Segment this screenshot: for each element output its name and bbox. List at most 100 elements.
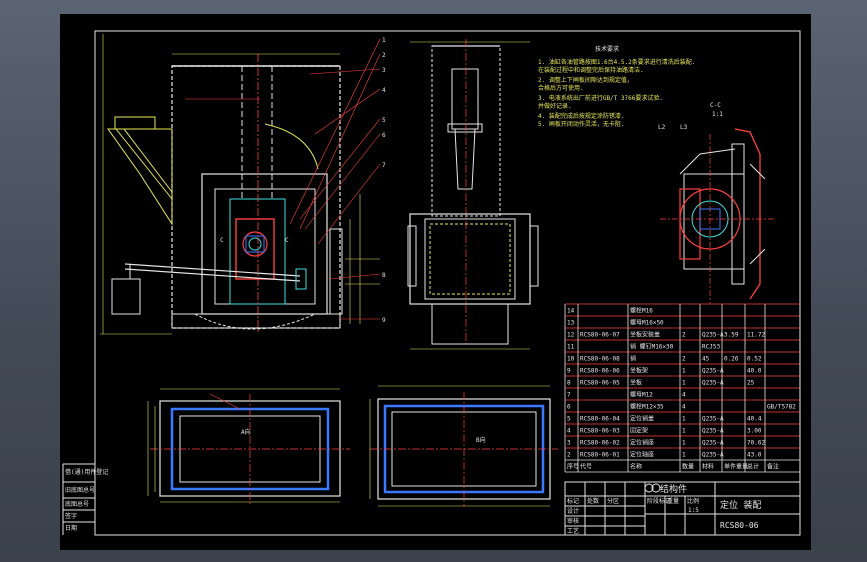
section-cc-scale: 1:1 xyxy=(712,111,723,118)
bom-cell: 1 xyxy=(682,416,686,423)
bom-cell: 螺母M16×50 xyxy=(630,319,664,327)
side-view xyxy=(407,39,539,350)
bom-cell: 3.59 xyxy=(724,332,739,339)
bom-cell: RCS80-06-07 xyxy=(580,332,620,339)
bom-cell: RCS80-06-03 xyxy=(580,428,620,435)
bom-header-cell: 材料 xyxy=(702,463,714,471)
margin-label: 借(通)用件登记 xyxy=(65,468,108,476)
bom-cell: RCS80-06-01 xyxy=(580,452,620,459)
title-block-label: 设计 xyxy=(567,507,579,515)
callout-label: 5 xyxy=(382,117,386,124)
title-block-label: 分区 xyxy=(607,497,619,505)
bom-cell: 3 xyxy=(567,440,571,447)
cad-drawing: 借(通)用件登记 旧底图总号 底图总号 签字 日期 1 2 3 4 5 6 7 … xyxy=(62,30,801,536)
note-line: 1. 油缸各油管路按图1.6台4.5.2条要求进行清洗后装配. xyxy=(538,58,695,66)
bom-cell: RCS80-06-08 xyxy=(580,356,620,363)
callout-label: 9 xyxy=(382,317,386,324)
bom-cell: 1 xyxy=(682,368,686,375)
bom-cell: Q235-A xyxy=(702,332,724,339)
bom-cell: 定位销座 xyxy=(630,439,654,447)
note-line: 3. 电液系统出厂前进行GB/T 3766要求试验. xyxy=(538,94,663,102)
company-name: 结构件 xyxy=(660,483,687,495)
bom-header-cell: 总计 xyxy=(747,463,759,471)
note-line: 合格后方可使用. xyxy=(538,84,584,92)
bom-header-cell: 代号 xyxy=(580,463,592,471)
bom-cell: Q235-A xyxy=(702,452,724,459)
bom-cell: RCS80-06-06 xyxy=(580,368,620,375)
bom-cell: 1 xyxy=(682,452,686,459)
bom-cell: 2 xyxy=(567,452,571,459)
bom-cell: 11 xyxy=(567,344,575,351)
bom-header-cell: 单件重量 xyxy=(724,463,748,471)
bom-cell: 9 xyxy=(567,368,571,375)
title-block: 标记 处数 分区 设计 审核 工艺 阶段标记 重量 比例 1:5 结构件 定位 … xyxy=(564,481,801,536)
title-block-label: 工艺 xyxy=(567,527,579,535)
drawing-viewport[interactable]: 借(通)用件登记 旧底图总号 底图总号 签字 日期 1 2 3 4 5 6 7 … xyxy=(60,14,811,550)
bom-table: 14 螺栓M1613 螺母M16×5012 RCS80-06-07 坐板安装盖 2 Q235… xyxy=(564,303,801,473)
b-view: B向 xyxy=(369,385,558,507)
margin-label: 日期 xyxy=(65,524,77,532)
company-logo-icon xyxy=(644,483,661,493)
bom-cell: 12 xyxy=(567,332,575,339)
title-block-label: 审核 xyxy=(567,517,579,525)
bom-header-cell: 数量 xyxy=(682,463,694,471)
title-block-label: 标记 xyxy=(567,497,579,505)
bom-cell: 13 xyxy=(567,320,575,327)
bom-cell: RCS80-06-05 xyxy=(580,380,620,387)
callout-label: 7 xyxy=(382,162,386,169)
drawing-frame xyxy=(94,30,801,536)
bom-cell: 坐板架 xyxy=(630,367,648,375)
note-line: 2. 调整上下闸板间隙达到规定值， xyxy=(538,76,633,84)
bom-cell: 2 xyxy=(682,356,686,363)
bom-cell: 销 xyxy=(630,355,636,363)
bom-cell: 4 xyxy=(682,404,686,411)
scale-value: 1:5 xyxy=(688,507,699,514)
bom-cell: 1 xyxy=(682,380,686,387)
bom-cell: 1 xyxy=(682,428,686,435)
bom-cell: RCS80-06-04 xyxy=(580,416,620,423)
callout-label: 4 xyxy=(382,87,386,94)
bom-cell: 0.52 xyxy=(747,356,762,363)
bom-cell: 定位轴座 xyxy=(630,451,654,459)
bom-cell: GB/T5782 xyxy=(767,404,796,411)
bom-cell: Q235-A xyxy=(702,440,724,447)
section-mark-c: C xyxy=(220,237,224,244)
note-line: 在装配过程中和调整完后保持油路清洁. xyxy=(538,66,644,74)
section-cc-label: C-C xyxy=(710,102,721,109)
title-block-label: 处数 xyxy=(587,497,599,505)
bom-header-cell: 备注 xyxy=(767,463,779,471)
note-line: 4. 装配完成后按规定涂防锈漆. xyxy=(538,112,624,120)
bom-cell: 螺栓M12×35 xyxy=(630,403,664,411)
margin-label: 旧底图总号 xyxy=(65,486,95,494)
bom-cell: Q235-A xyxy=(702,380,724,387)
title-block-label: 重量 xyxy=(667,497,679,505)
bom-cell: 坐板 xyxy=(630,379,642,387)
section-cc-view: C-C 1:1 L2 L3 xyxy=(658,102,775,304)
bom-cell: 6 xyxy=(567,404,571,411)
callout-label: 8 xyxy=(382,272,386,279)
bom-cell: 7 xyxy=(567,392,571,399)
bom-cell: 3.00 xyxy=(747,428,762,435)
note-line: 5. 闸板开闭动作灵活，无卡阻. xyxy=(538,120,624,128)
margin-label: 签字 xyxy=(65,512,77,520)
bom-cell: RCS80-06-02 xyxy=(580,440,620,447)
bom-cell: 坐板安装盖 xyxy=(630,331,660,339)
title-block-label: 比例 xyxy=(687,497,699,505)
view-label: L3 xyxy=(680,124,688,131)
bom-cell: 1 xyxy=(682,440,686,447)
front-view: 1 2 3 4 5 6 7 8 9 C C xyxy=(100,34,386,335)
note-line: 并做好记录. xyxy=(538,102,572,110)
bom-cell: 4 xyxy=(567,428,571,435)
bom-cell: RCJ53 xyxy=(702,344,720,351)
bom-cell: 14 xyxy=(567,308,575,315)
bom-cell: 70.62 xyxy=(747,440,765,447)
bom-cell: 4 xyxy=(682,392,686,399)
bom-cell: 螺母M12 xyxy=(630,391,653,399)
view-label: L2 xyxy=(658,124,666,131)
margin-labels: 借(通)用件登记 旧底图总号 底图总号 签字 日期 xyxy=(62,464,108,535)
bom-cell: 45 xyxy=(702,356,710,363)
notes-title: 技术要求 xyxy=(595,45,619,53)
bom-cell: 43.0 xyxy=(747,452,762,459)
bom-cell: 固定架 xyxy=(630,427,648,435)
bom-cell: 定位销盖 xyxy=(630,415,654,423)
